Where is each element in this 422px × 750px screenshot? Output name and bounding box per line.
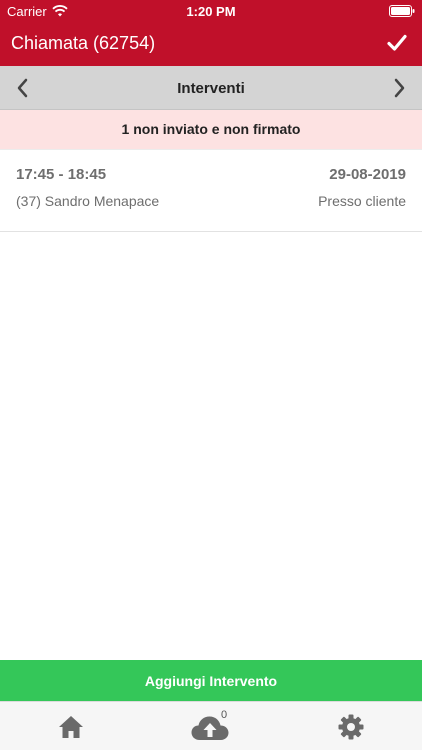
list-item[interactable]: 17:45 - 18:45 29-08-2019 (37) Sandro Men… — [0, 150, 422, 232]
chevron-right-icon[interactable] — [390, 77, 408, 99]
section-title: Interventi — [177, 80, 245, 97]
home-icon — [59, 716, 83, 738]
section-navigator: Interventi — [0, 66, 422, 110]
unsent-warning-banner: 1 non inviato e non firmato — [0, 110, 422, 150]
status-time: 1:20 PM — [186, 4, 236, 19]
tab-bar: 0 — [0, 701, 422, 750]
status-bar: Carrier 1:20 PM — [0, 0, 422, 22]
tab-home[interactable] — [0, 702, 140, 750]
add-intervention-button[interactable]: Aggiungi Intervento — [0, 660, 422, 701]
tab-settings[interactable] — [282, 702, 422, 750]
nav-bar: Chiamata (62754) — [0, 22, 422, 66]
intervention-technician: (37) Sandro Menapace — [16, 193, 160, 209]
page-title: Chiamata (62754) — [11, 33, 156, 53]
intervention-date: 29-08-2019 — [329, 166, 406, 183]
checkmark-icon[interactable] — [386, 32, 408, 54]
sync-count-badge: 0 — [221, 709, 228, 721]
interventions-list: 17:45 - 18:45 29-08-2019 (37) Sandro Men… — [0, 150, 422, 232]
tab-sync[interactable]: 0 — [141, 702, 281, 750]
intervention-time-range: 17:45 - 18:45 — [16, 166, 107, 183]
gear-icon — [338, 714, 364, 740]
battery-icon — [389, 5, 415, 17]
intervention-location: Presso cliente — [318, 193, 406, 209]
